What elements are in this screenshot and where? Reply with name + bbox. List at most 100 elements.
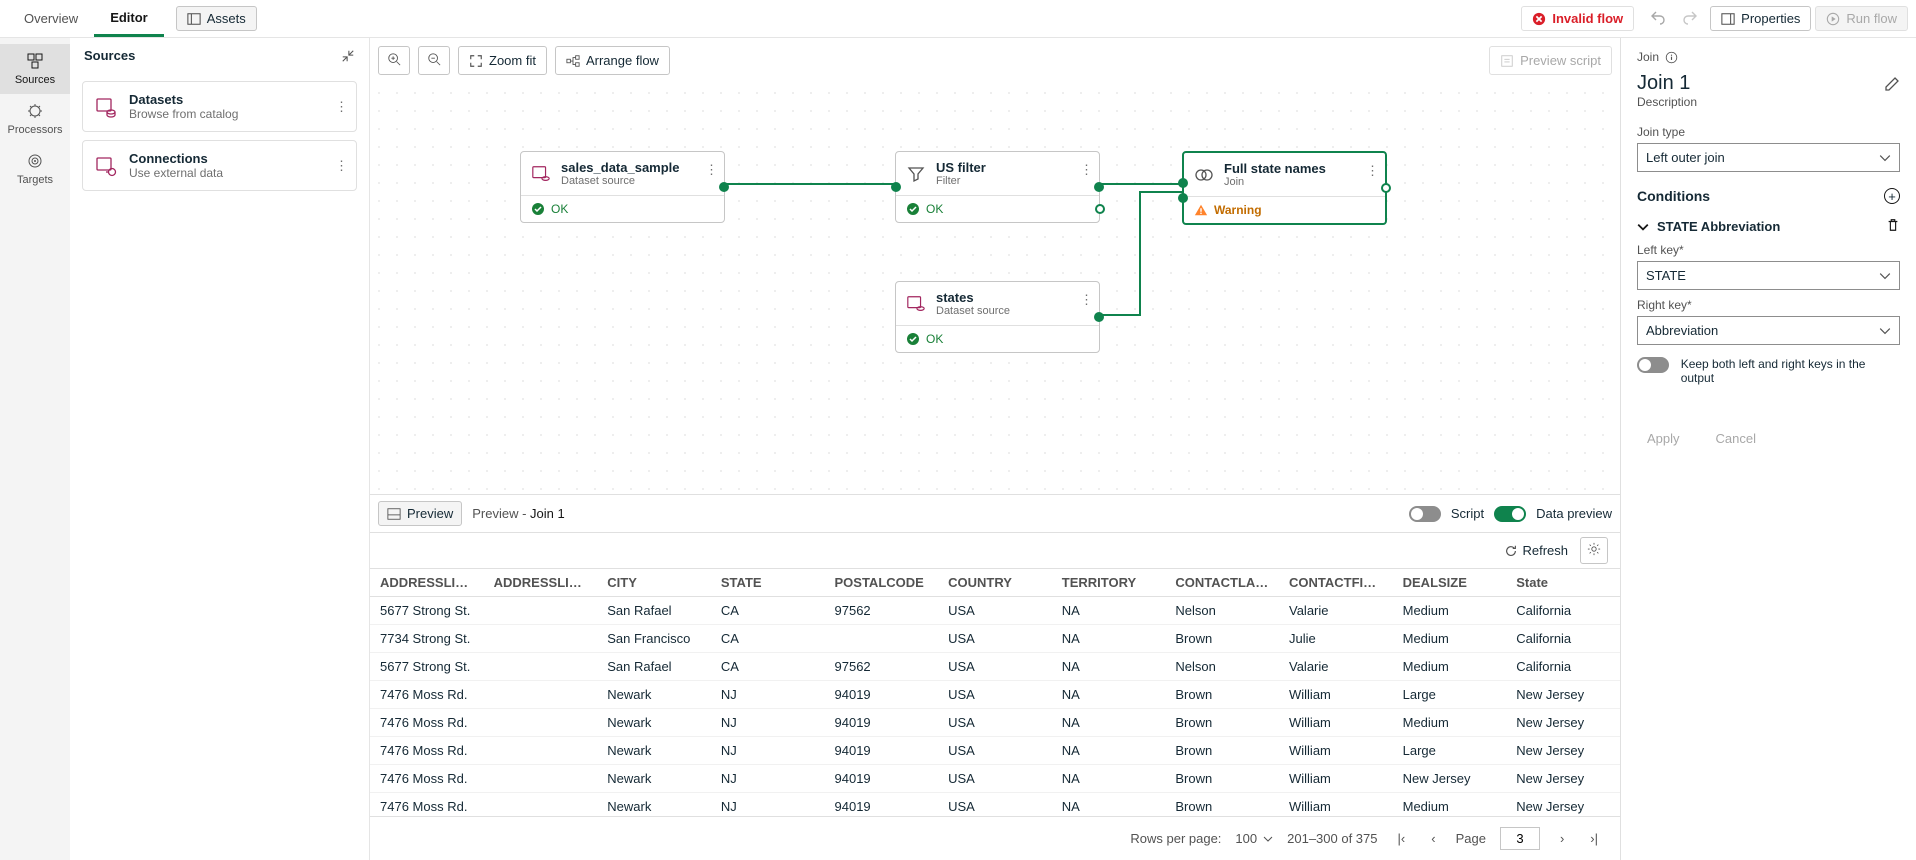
- join-type-select[interactable]: Left outer join: [1637, 143, 1900, 172]
- table-cell: Nelson: [1165, 597, 1279, 625]
- table-cell: Medium: [1393, 709, 1507, 737]
- pagination-range: 201–300 of 375: [1287, 831, 1377, 846]
- table-row[interactable]: 7476 Moss Rd.NewarkNJ94019USANABrownWill…: [370, 709, 1620, 737]
- zoom-fit-button[interactable]: Zoom fit: [458, 46, 547, 75]
- page-input[interactable]: [1500, 827, 1540, 850]
- node-title: Full state names: [1224, 161, 1326, 176]
- data-preview-toggle[interactable]: [1494, 506, 1526, 522]
- table-cell: Newark: [597, 765, 711, 793]
- next-page-button[interactable]: ›: [1554, 827, 1570, 850]
- info-icon[interactable]: [1665, 51, 1678, 64]
- table-cell: Medium: [1393, 625, 1507, 653]
- source-card-connections[interactable]: Connections Use external data ⋮: [82, 140, 357, 191]
- table-cell: Medium: [1393, 793, 1507, 817]
- targets-icon: [26, 152, 44, 170]
- tab-overview[interactable]: Overview: [8, 0, 94, 37]
- table-row[interactable]: 7476 Moss Rd.NewarkNJ94019USANABrownWill…: [370, 765, 1620, 793]
- arrange-label: Arrange flow: [586, 53, 659, 68]
- preview-script-button: Preview script: [1489, 46, 1612, 75]
- node-sales-data[interactable]: sales_data_sample Dataset source ⋮ OK: [520, 151, 725, 223]
- first-page-button[interactable]: |‹: [1392, 827, 1412, 850]
- kebab-icon[interactable]: ⋮: [1366, 163, 1379, 179]
- table-cell: USA: [938, 793, 1052, 817]
- node-full-state-names[interactable]: Full state names Join ⋮ Warning: [1182, 151, 1387, 225]
- node-sub: Filter: [936, 175, 986, 187]
- chevron-down-icon[interactable]: [1637, 221, 1649, 233]
- column-header[interactable]: ADDRESSLINE2: [484, 569, 598, 597]
- column-header[interactable]: CONTACTFIRSTNAME: [1279, 569, 1393, 597]
- column-header[interactable]: CONTACTLASTNAME: [1165, 569, 1279, 597]
- rail-sources[interactable]: Sources: [0, 44, 70, 94]
- node-states[interactable]: states Dataset source ⋮ OK: [895, 281, 1100, 353]
- left-key-select[interactable]: STATE: [1637, 261, 1900, 290]
- column-header[interactable]: DEALSIZE: [1393, 569, 1507, 597]
- right-key-select[interactable]: Abbreviation: [1637, 316, 1900, 345]
- column-header[interactable]: ADDRESSLINE1: [370, 569, 484, 597]
- redo-button[interactable]: [1674, 3, 1706, 34]
- delete-condition-button[interactable]: [1886, 218, 1900, 235]
- column-header[interactable]: State: [1506, 569, 1620, 597]
- kebab-icon[interactable]: ⋮: [1080, 162, 1093, 178]
- zoom-in-button[interactable]: [378, 46, 410, 75]
- properties-button[interactable]: Properties: [1710, 6, 1811, 31]
- edit-icon[interactable]: [1884, 76, 1900, 92]
- column-header[interactable]: COUNTRY: [938, 569, 1052, 597]
- column-header[interactable]: STATE: [711, 569, 825, 597]
- table-cell: San Rafael: [597, 597, 711, 625]
- collapse-icon[interactable]: [341, 49, 355, 63]
- table-cell: Julie: [1279, 625, 1393, 653]
- rail-processors[interactable]: Processors: [0, 94, 70, 144]
- rail-targets[interactable]: Targets: [0, 144, 70, 194]
- table-cell: California: [1506, 625, 1620, 653]
- table-row[interactable]: 7476 Moss Rd.NewarkNJ94019USANABrownWill…: [370, 737, 1620, 765]
- prev-page-button[interactable]: ‹: [1425, 827, 1441, 850]
- column-header[interactable]: POSTALCODE: [825, 569, 939, 597]
- kebab-icon[interactable]: ⋮: [335, 158, 348, 174]
- table-cell: Medium: [1393, 653, 1507, 681]
- tab-editor[interactable]: Editor: [94, 0, 164, 37]
- add-condition-button[interactable]: +: [1884, 188, 1900, 204]
- join-type-label: Join type: [1637, 125, 1900, 139]
- table-row[interactable]: 7734 Strong St.San FranciscoCAUSANABrown…: [370, 625, 1620, 653]
- node-us-filter[interactable]: US filter Filter ⋮ OK: [895, 151, 1100, 223]
- zoom-out-button[interactable]: [418, 46, 450, 75]
- script-icon: [1500, 54, 1514, 68]
- arrange-flow-button[interactable]: Arrange flow: [555, 46, 670, 75]
- column-header[interactable]: TERRITORY: [1052, 569, 1166, 597]
- dataset-icon: [95, 96, 117, 118]
- kebab-icon[interactable]: ⋮: [705, 162, 718, 178]
- invalid-flow-badge[interactable]: Invalid flow: [1521, 6, 1634, 31]
- kebab-icon[interactable]: ⋮: [1080, 292, 1093, 308]
- table-settings-button[interactable]: [1580, 537, 1608, 564]
- breadcrumb: Join: [1637, 50, 1659, 64]
- chevron-down-icon: [1879, 270, 1891, 282]
- rows-per-page-value[interactable]: 100: [1235, 831, 1273, 846]
- table-cell: USA: [938, 597, 1052, 625]
- column-header[interactable]: CITY: [597, 569, 711, 597]
- table-cell: Medium: [1393, 597, 1507, 625]
- table-row[interactable]: 5677 Strong St.San RafaelCA97562USANANel…: [370, 597, 1620, 625]
- warning-icon: [1194, 203, 1208, 217]
- table-cell: Valarie: [1279, 597, 1393, 625]
- flow-canvas[interactable]: sales_data_sample Dataset source ⋮ OK US…: [370, 84, 1620, 494]
- cancel-button: Cancel: [1706, 425, 1766, 452]
- script-toggle[interactable]: [1409, 506, 1441, 522]
- preview-button[interactable]: Preview: [378, 501, 462, 526]
- keep-keys-toggle[interactable]: [1637, 357, 1669, 373]
- table-row[interactable]: 5677 Strong St.San RafaelCA97562USANANel…: [370, 653, 1620, 681]
- source-card-datasets[interactable]: Datasets Browse from catalog ⋮: [82, 81, 357, 132]
- refresh-button[interactable]: Refresh: [1504, 543, 1568, 558]
- table-cell: Brown: [1165, 765, 1279, 793]
- table-cell: Brown: [1165, 793, 1279, 817]
- assets-button[interactable]: Assets: [176, 6, 257, 31]
- table-row[interactable]: 7476 Moss Rd.NewarkNJ94019USANABrownWill…: [370, 681, 1620, 709]
- table-cell: 7734 Strong St.: [370, 625, 484, 653]
- kebab-icon[interactable]: ⋮: [335, 99, 348, 115]
- table-cell: USA: [938, 737, 1052, 765]
- table-cell: NA: [1052, 653, 1166, 681]
- preview-script-label: Preview script: [1520, 53, 1601, 68]
- undo-button[interactable]: [1642, 3, 1674, 34]
- last-page-button[interactable]: ›|: [1584, 827, 1604, 850]
- table-row[interactable]: 7476 Moss Rd.NewarkNJ94019USANABrownWill…: [370, 793, 1620, 817]
- refresh-icon: [1504, 544, 1518, 558]
